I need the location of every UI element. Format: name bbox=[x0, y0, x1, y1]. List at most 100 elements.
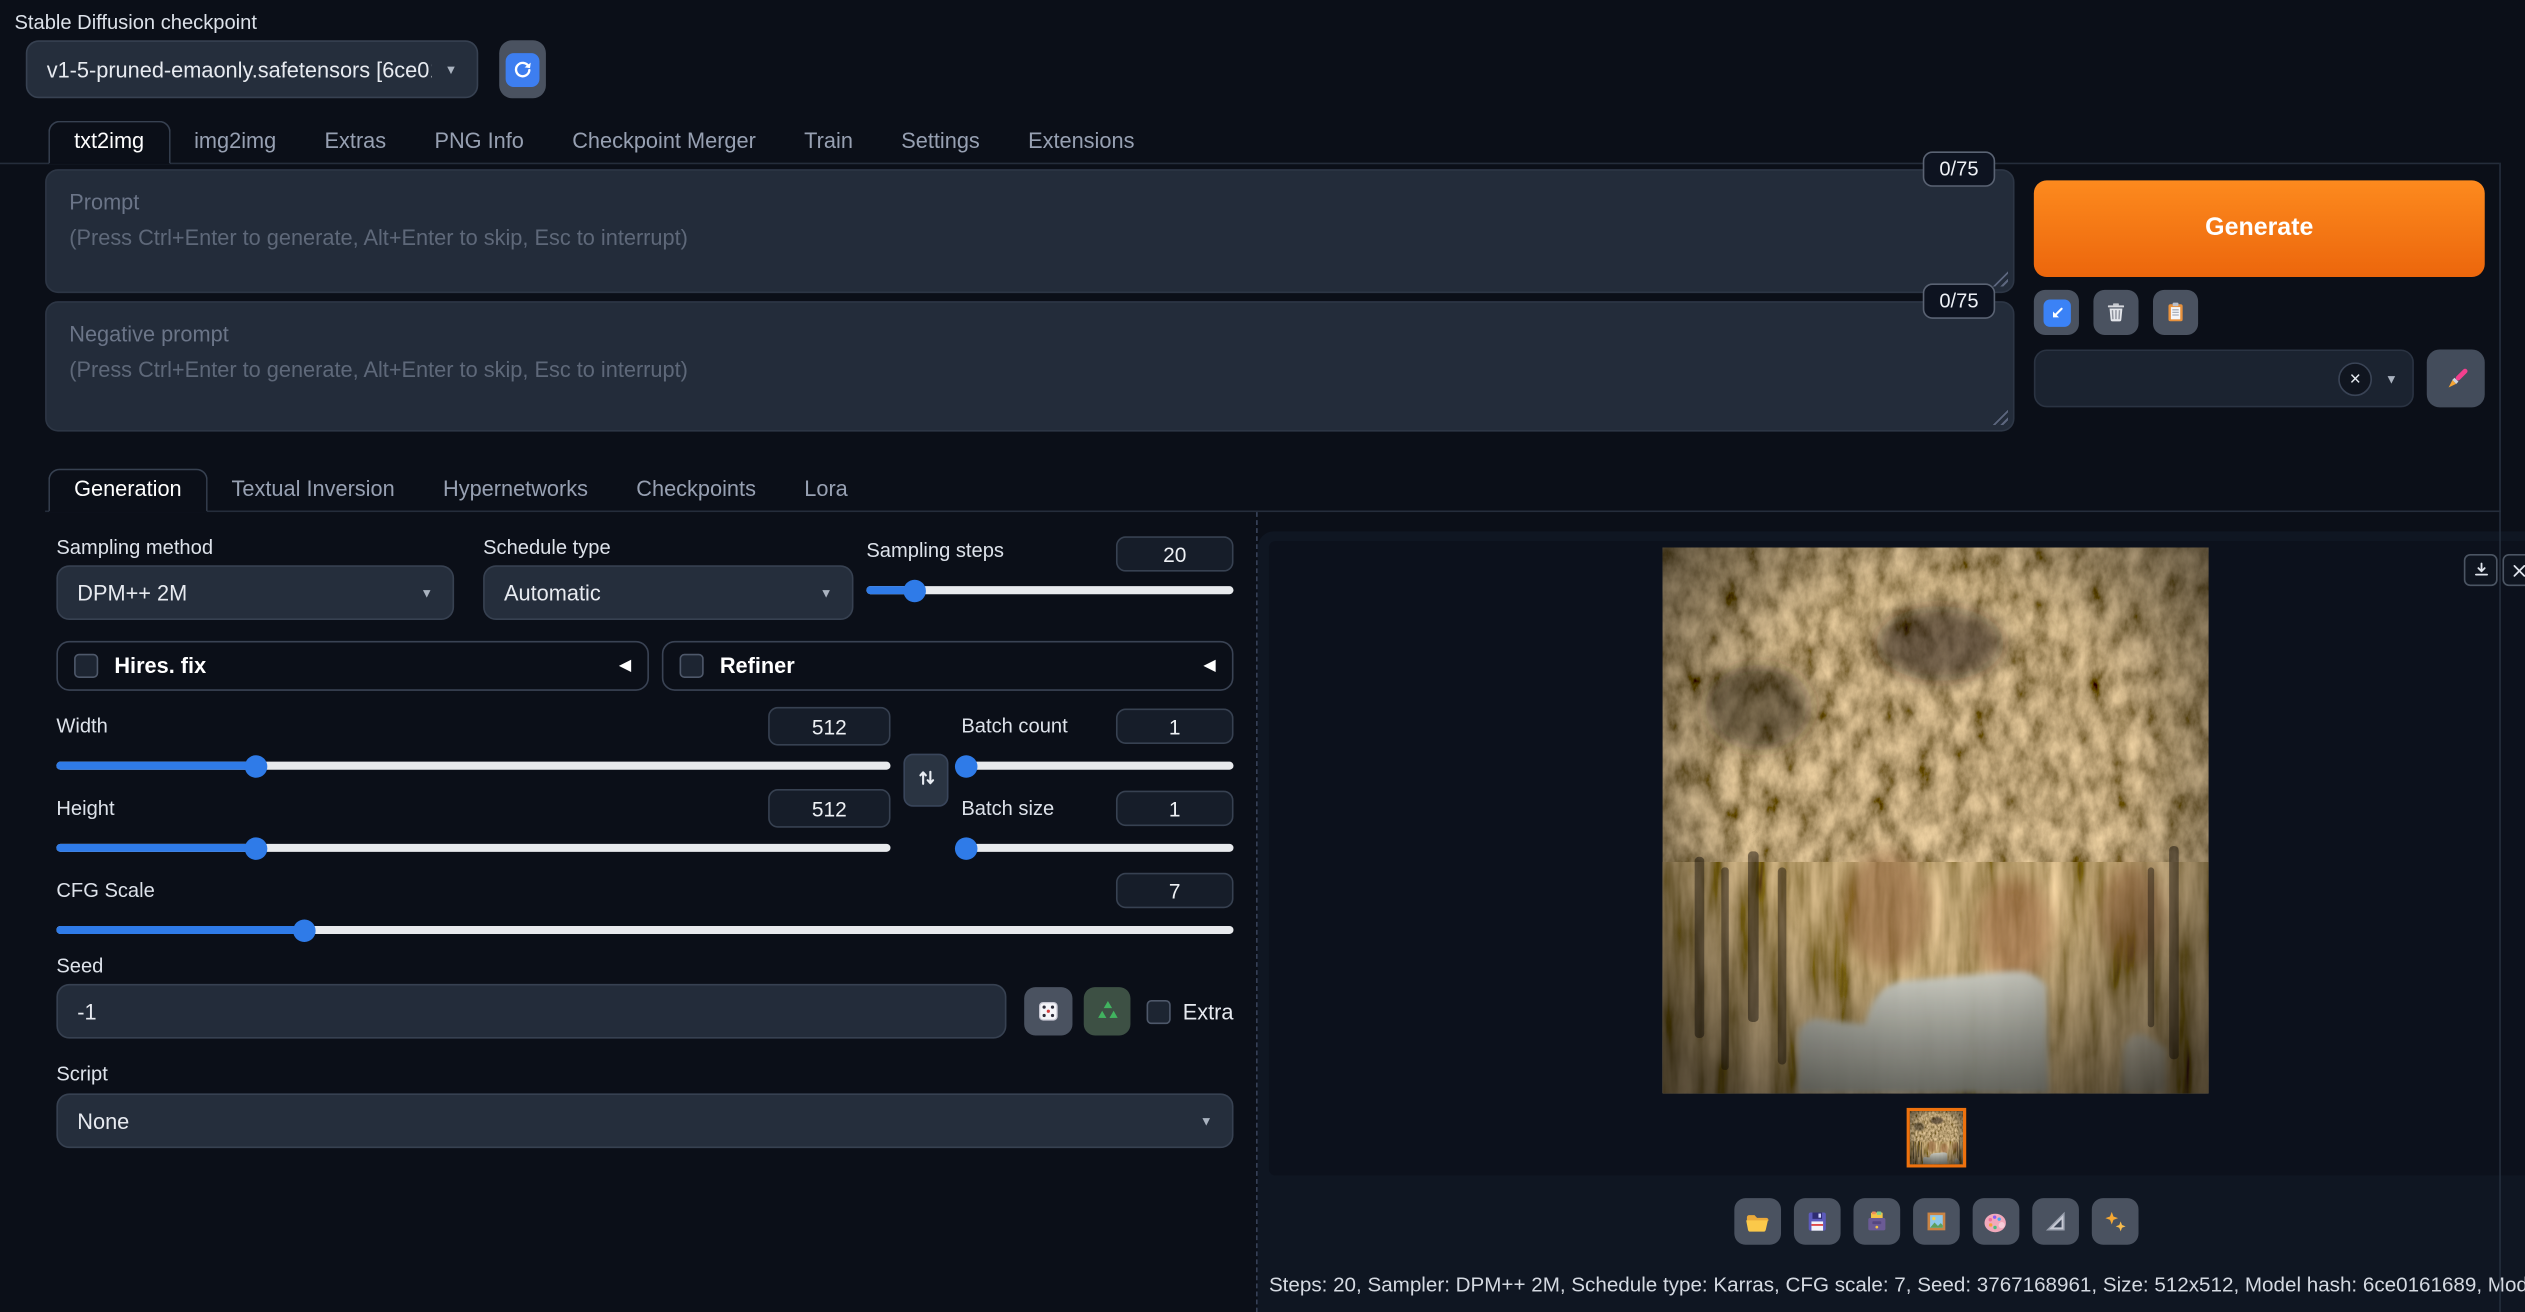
prompt-region: 0/75 Prompt (Press Ctrl+Enter to generat… bbox=[45, 151, 2485, 432]
tab-lora[interactable]: Lora bbox=[780, 470, 872, 510]
sampling-steps-slider[interactable] bbox=[866, 578, 1234, 602]
send-to-inpaint-button[interactable] bbox=[1971, 1198, 2019, 1245]
width-label: Width bbox=[56, 714, 108, 738]
settings-column: Sampling method DPM++ 2M ▼ Schedule type… bbox=[45, 512, 1258, 1312]
accordion-collapsed-icon: ◀ bbox=[618, 657, 632, 675]
image-preview[interactable] bbox=[1269, 541, 2525, 1098]
checkpoint-value: v1-5-pruned-emaonly.safetensors [6ce0161… bbox=[46, 57, 432, 82]
trash-icon bbox=[2107, 303, 2125, 322]
batch-count-slider[interactable] bbox=[955, 754, 1234, 777]
save-zip-icon bbox=[1867, 1211, 1885, 1231]
gallery bbox=[1268, 541, 2525, 1176]
sampling-method-dropdown[interactable]: DPM++ 2M ▼ bbox=[56, 565, 455, 620]
styles-dropdown[interactable]: × ▼ bbox=[2033, 349, 2414, 408]
batch-count-label: Batch count bbox=[961, 714, 1068, 738]
apply-styles-button[interactable] bbox=[2153, 289, 2199, 335]
tab-checkpoint-merger[interactable]: Checkpoint Merger bbox=[548, 122, 780, 162]
swap-arrows-icon bbox=[918, 769, 934, 785]
generate-button[interactable]: Generate bbox=[2033, 180, 2485, 277]
extra-checkbox[interactable] bbox=[1147, 999, 1172, 1024]
download-button[interactable] bbox=[2463, 553, 2498, 587]
send-to-img2img-button[interactable] bbox=[1912, 1198, 1959, 1245]
extra-seed-toggle[interactable]: Extra bbox=[1147, 999, 1234, 1024]
send-to-inpaint-icon bbox=[1984, 1212, 2006, 1232]
thumbnail-selected[interactable] bbox=[1905, 1107, 1966, 1167]
tab-generation[interactable]: Generation bbox=[48, 468, 208, 513]
send-to-extras-icon bbox=[2045, 1211, 2064, 1231]
hires-fix-checkbox[interactable] bbox=[74, 653, 99, 678]
cfg-scale-label: CFG Scale bbox=[56, 879, 155, 902]
script-dropdown[interactable]: None ▼ bbox=[56, 1093, 1234, 1149]
tab-txt2img[interactable]: txt2img bbox=[48, 120, 170, 165]
app-window: Stable Diffusion checkpoint v1-5-pruned-… bbox=[0, 0, 2525, 1312]
tab-textual-inversion[interactable]: Textual Inversion bbox=[207, 470, 418, 510]
resize-grip-icon[interactable] bbox=[1991, 270, 2009, 287]
generation-panel: Sampling method DPM++ 2M ▼ Schedule type… bbox=[45, 512, 2525, 1312]
extra-label: Extra bbox=[1182, 999, 1234, 1024]
clear-prompt-button[interactable] bbox=[2093, 289, 2139, 335]
cfg-scale-slider[interactable] bbox=[56, 918, 1234, 942]
checkpoint-dropdown[interactable]: v1-5-pruned-emaonly.safetensors [6ce0161… bbox=[25, 40, 479, 99]
width-slider[interactable] bbox=[56, 754, 891, 777]
schedule-type-label: Schedule type bbox=[483, 536, 611, 559]
tab-checkpoints[interactable]: Checkpoints bbox=[612, 470, 780, 510]
main-tab-bar: txt2img img2img Extras PNG Info Checkpoi… bbox=[0, 120, 2500, 165]
schedule-type-dropdown[interactable]: Automatic ▼ bbox=[483, 565, 854, 620]
batch-size-input[interactable]: 1 bbox=[1115, 790, 1234, 827]
tab-png-info[interactable]: PNG Info bbox=[410, 122, 548, 162]
negative-prompt-token-counter: 0/75 bbox=[1922, 283, 1996, 319]
output-panel: Steps: 20, Sampler: DPM++ 2M, Schedule t… bbox=[1257, 531, 2525, 1312]
styles-row: × ▼ bbox=[2033, 349, 2485, 408]
save-image-button[interactable] bbox=[1793, 1198, 1840, 1245]
clear-x-icon[interactable]: × bbox=[2338, 361, 2373, 396]
checkpoint-label: Stable Diffusion checkpoint bbox=[14, 11, 257, 34]
upscale-button[interactable] bbox=[2091, 1198, 2138, 1245]
resize-grip-icon[interactable] bbox=[1991, 409, 2009, 426]
tab-img2img[interactable]: img2img bbox=[170, 122, 300, 162]
scrollbar-gutter[interactable] bbox=[2499, 162, 2525, 1312]
thumbnail-strip bbox=[1269, 1098, 2525, 1175]
send-to-extras-button[interactable] bbox=[2031, 1198, 2079, 1245]
refresh-icon bbox=[505, 52, 540, 87]
restore-last-prompt-button[interactable] bbox=[2033, 289, 2079, 335]
tab-settings[interactable]: Settings bbox=[877, 122, 1004, 162]
save-zip-button[interactable] bbox=[1852, 1198, 1900, 1245]
sampling-steps-input[interactable]: 20 bbox=[1115, 536, 1234, 572]
sampling-method-label: Sampling method bbox=[56, 536, 214, 559]
tab-extensions[interactable]: Extensions bbox=[1004, 122, 1159, 162]
seed-input[interactable] bbox=[56, 983, 1007, 1039]
prompt-input[interactable]: Prompt (Press Ctrl+Enter to generate, Al… bbox=[45, 169, 2015, 294]
open-folder-button[interactable] bbox=[1733, 1198, 1781, 1245]
width-input[interactable]: 512 bbox=[768, 706, 891, 746]
batch-size-slider[interactable] bbox=[955, 836, 1234, 860]
script-label: Script bbox=[56, 1062, 108, 1086]
height-slider[interactable] bbox=[56, 836, 891, 860]
clipboard-icon bbox=[2168, 302, 2183, 322]
edit-styles-button[interactable] bbox=[2426, 349, 2485, 408]
arrow-down-left-icon bbox=[2042, 298, 2071, 327]
cfg-scale-input[interactable]: 7 bbox=[1115, 872, 1234, 909]
tab-train[interactable]: Train bbox=[780, 122, 877, 162]
refiner-checkbox[interactable] bbox=[679, 653, 704, 678]
save-icon bbox=[1807, 1212, 1826, 1231]
reuse-seed-button[interactable] bbox=[1083, 987, 1132, 1036]
height-input[interactable]: 512 bbox=[768, 789, 891, 828]
batch-count-input[interactable]: 1 bbox=[1115, 708, 1234, 744]
prompt-token-counter: 0/75 bbox=[1922, 151, 1996, 187]
swap-width-height-button[interactable] bbox=[903, 752, 949, 806]
height-label: Height bbox=[56, 797, 115, 820]
seed-label: Seed bbox=[56, 954, 104, 978]
refiner-accordion[interactable]: Refiner ◀ bbox=[661, 640, 1234, 691]
tab-extras[interactable]: Extras bbox=[300, 122, 410, 162]
random-seed-button[interactable] bbox=[1023, 987, 1072, 1036]
chevron-down-icon: ▼ bbox=[420, 585, 434, 600]
prompt-toolbar bbox=[2033, 289, 2485, 335]
tab-hypernetworks[interactable]: Hypernetworks bbox=[419, 470, 612, 510]
generated-image[interactable] bbox=[1662, 548, 2210, 1094]
hires-fix-accordion[interactable]: Hires. fix ◀ bbox=[56, 640, 649, 691]
negative-prompt-input[interactable]: Negative prompt (Press Ctrl+Enter to gen… bbox=[45, 301, 2015, 432]
batch-size-label: Batch size bbox=[961, 797, 1055, 820]
generation-metadata: Steps: 20, Sampler: DPM++ 2M, Schedule t… bbox=[1268, 1272, 2525, 1297]
chevron-down-icon: ▼ bbox=[444, 61, 458, 77]
refresh-checkpoint-button[interactable] bbox=[499, 40, 546, 99]
